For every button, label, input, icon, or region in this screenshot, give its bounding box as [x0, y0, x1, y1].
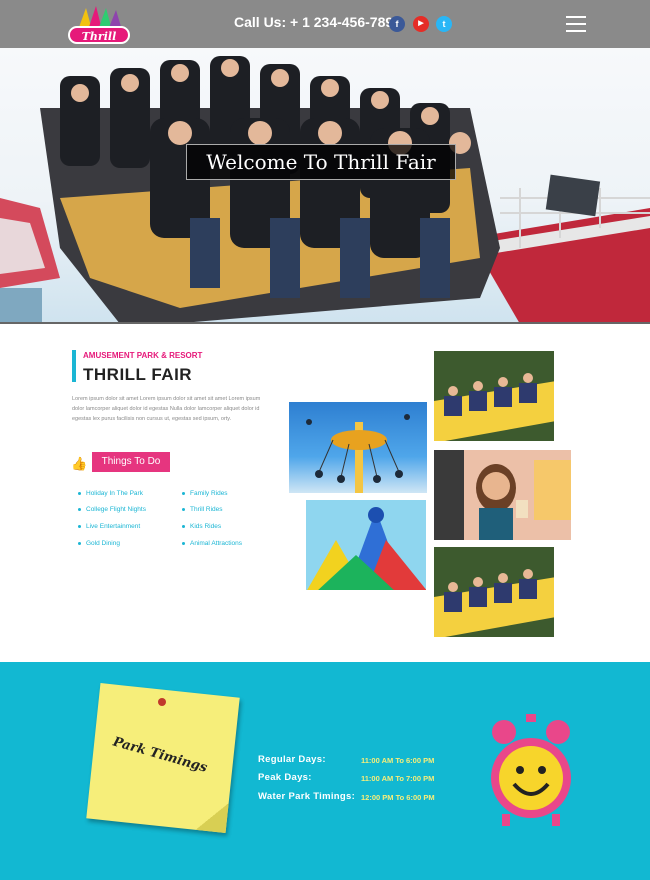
list-item[interactable]: Thrill Rides [182, 506, 223, 513]
section-title: THRILL FAIR [83, 365, 193, 384]
call-us-text: Call Us: + 1 234-456-789 [234, 14, 394, 30]
accent-bar [72, 350, 76, 382]
youtube-icon[interactable]: ▶ [413, 16, 429, 32]
timing-label: Water Park Timings: [258, 791, 356, 802]
roller-coaster-image [0, 56, 650, 324]
list-item[interactable]: Live Entertainment [78, 523, 140, 530]
hero-title: Welcome To Thrill Fair [186, 144, 456, 180]
timing-value: 11:00 AM To 6:00 PM [361, 756, 435, 765]
section-body-text: Lorem ipsum dolor sit amet Lorem ipsum d… [72, 396, 261, 422]
timing-label: Regular Days: [258, 754, 326, 765]
twitter-icon[interactable]: t [436, 16, 452, 32]
menu-icon[interactable] [566, 16, 586, 32]
note-fold [195, 799, 229, 833]
note-text: Park Timings [111, 734, 209, 776]
pin-icon [158, 698, 166, 706]
site-header: Thrill Fair Call Us: + 1 234-456-789 f ▶… [0, 0, 650, 61]
list-item[interactable]: Animal Attractions [182, 540, 242, 547]
facebook-icon[interactable]: f [389, 16, 405, 32]
swing-ride-photo[interactable] [288, 401, 428, 494]
coaster-photo[interactable] [433, 546, 555, 638]
timing-label: Peak Days: [258, 772, 312, 783]
alarm-clock-icon [491, 714, 571, 826]
timing-value: 12:00 PM To 6:00 PM [361, 793, 435, 802]
list-item[interactable]: Holiday In The Park [78, 490, 143, 497]
section-subtitle: AMUSEMENT PARK & RESORT [83, 351, 203, 360]
things-to-do-button[interactable]: Things To Do [92, 452, 170, 472]
coaster-photo[interactable] [433, 350, 555, 442]
list-item[interactable]: Kids Rides [182, 523, 221, 530]
thumbs-up-icon: 👍 [71, 456, 88, 471]
inflatable-slide-photo[interactable] [305, 499, 427, 591]
list-item[interactable]: Gold Dining [78, 540, 120, 547]
list-item[interactable]: College Flight Nights [78, 506, 146, 513]
logo[interactable]: Thrill Fair [64, 4, 134, 61]
logo-text: Thrill Fair [68, 26, 130, 61]
smiling-girl-photo[interactable] [433, 449, 572, 541]
divider [0, 322, 650, 324]
hero-banner: Welcome To Thrill Fair [0, 48, 650, 324]
timing-value: 11:00 AM To 7:00 PM [361, 774, 435, 783]
list-item[interactable]: Family Rides [182, 490, 228, 497]
